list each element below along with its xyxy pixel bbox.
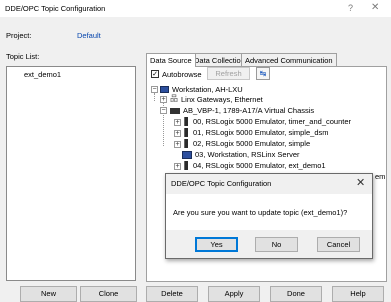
tree-item-linx-gateways[interactable]: Linx Gateways, Ethernet — [181, 95, 263, 104]
tree-item-module-02[interactable]: 02, RSLogix 5000 Emulator, simple — [193, 139, 310, 148]
project-value: Default — [77, 31, 101, 40]
new-button[interactable]: New — [20, 286, 77, 302]
tree-item-chassis[interactable]: AB_VBP-1, 1789-A17/A Virtual Chassis — [183, 106, 314, 115]
server-icon — [182, 151, 192, 159]
done-button[interactable]: Done — [270, 286, 322, 302]
yes-button[interactable]: Yes — [195, 237, 238, 252]
title-bar: DDE/OPC Topic Configuration ? ✕ — [0, 0, 391, 17]
tab-data-source[interactable]: Data Source — [146, 53, 196, 67]
module-icon — [184, 161, 188, 170]
tree-item-module-00[interactable]: 00, RSLogix 5000 Emulator, timer_and_cou… — [193, 117, 351, 126]
browse-config-icon[interactable]: ↹ — [256, 67, 270, 80]
clone-button[interactable]: Clone — [80, 286, 137, 302]
module-icon — [184, 139, 188, 148]
expand-toggle-workstation[interactable]: − — [151, 86, 158, 93]
expand-toggle-module-02[interactable]: + — [174, 141, 181, 148]
apply-button[interactable]: Apply — [208, 286, 260, 302]
expand-toggle-module-00[interactable]: + — [174, 119, 181, 126]
topic-list-item[interactable]: ext_demo1 — [24, 70, 61, 79]
topic-list-label: Topic List: — [6, 52, 40, 61]
module-icon — [184, 128, 188, 137]
dialog-message: Are you sure you want to update topic (e… — [173, 208, 348, 217]
module-icon — [184, 117, 188, 126]
cancel-button[interactable]: Cancel — [317, 237, 360, 252]
delete-button[interactable]: Delete — [146, 286, 198, 302]
refresh-button[interactable]: Refresh — [207, 67, 250, 80]
network-icon: 品 — [170, 94, 178, 103]
expand-toggle-module-04[interactable]: + — [174, 163, 181, 170]
tree-item-module-04[interactable]: 04, RSLogix 5000 Emulator, ext_demo1 — [193, 161, 326, 170]
window-title: DDE/OPC Topic Configuration — [5, 4, 106, 13]
tree-connector — [154, 93, 155, 101]
tree-item-workstation[interactable]: Workstation, AH-LXU — [172, 85, 243, 94]
chassis-icon — [170, 108, 180, 114]
topic-list[interactable]: ext_demo1 — [6, 66, 136, 281]
dialog-close-icon[interactable]: ✕ — [356, 176, 365, 189]
autobrowse-checkbox[interactable]: ✓ — [151, 70, 159, 78]
close-icon[interactable]: ✕ — [371, 2, 379, 13]
expand-toggle-module-01[interactable]: + — [174, 130, 181, 137]
tree-item-module-01[interactable]: 01, RSLogix 5000 Emulator, simple_dsm — [193, 128, 329, 137]
tab-advanced-communication[interactable]: Advanced Communication — [241, 53, 337, 66]
project-label: Project: — [6, 31, 32, 40]
confirm-dialog: DDE/OPC Topic Configuration ✕ Are you su… — [165, 173, 373, 259]
help-button[interactable]: Help — [332, 286, 384, 302]
workstation-icon — [160, 86, 169, 93]
tree-item-module-03[interactable]: 03, Workstation, RSLinx Server — [195, 150, 300, 159]
clipped-tree-text: em — [375, 172, 386, 181]
expand-toggle-chassis[interactable]: − — [160, 107, 167, 114]
expand-toggle-linx-gateways[interactable]: + — [160, 96, 167, 103]
autobrowse-label: Autobrowse — [162, 70, 202, 79]
dialog-title: DDE/OPC Topic Configuration — [171, 179, 272, 188]
no-button[interactable]: No — [255, 237, 298, 252]
dialog-body: Are you sure you want to update topic (e… — [166, 194, 372, 230]
help-icon[interactable]: ? — [348, 3, 353, 13]
